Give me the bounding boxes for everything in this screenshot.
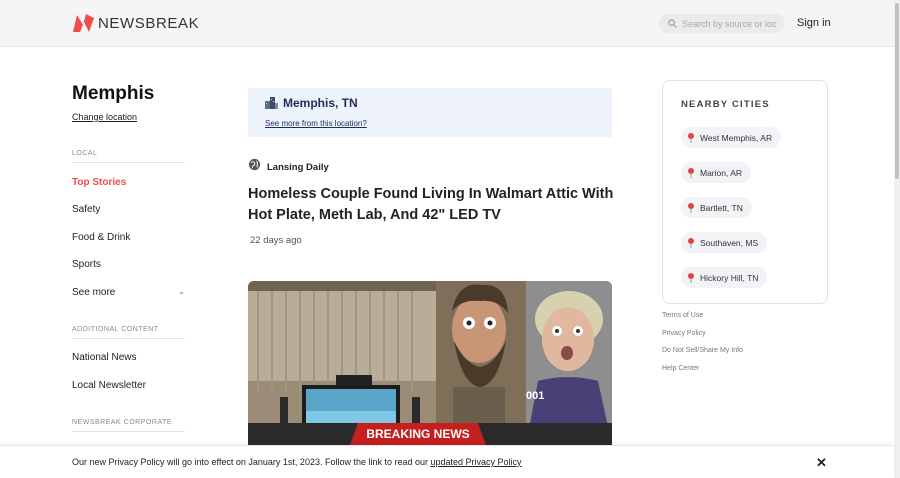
location-box: Memphis, TN See more from this location?	[248, 88, 612, 137]
search-box[interactable]	[659, 14, 785, 33]
do-not-sell-link[interactable]: Do Not Sell/Share My Info	[662, 347, 743, 354]
city-name: Hickory Hill, TN	[700, 272, 759, 283]
nav-item-food-drink[interactable]: Food & Drink	[72, 232, 185, 243]
nearby-city-chip[interactable]: Hickory Hill, TN	[681, 267, 768, 288]
city-building-icon	[265, 97, 278, 109]
updated-privacy-policy-link[interactable]: updated Privacy Policy	[431, 457, 522, 467]
city-name: Bartlett, TN	[700, 202, 743, 213]
globe-icon	[248, 158, 261, 176]
sign-in-button[interactable]: Sign in	[797, 17, 831, 29]
map-pin-icon	[688, 237, 694, 248]
top-header: NEWSBREAK Sign in	[0, 0, 900, 47]
brand-name: NEWSBREAK	[98, 14, 200, 32]
article-image[interactable]: 001 BREAKING NEWS	[248, 281, 612, 445]
terms-of-use-link[interactable]: Terms of Use	[662, 312, 703, 319]
nearby-city-chip[interactable]: West Memphis, AR	[681, 127, 782, 148]
privacy-policy-link[interactable]: Privacy Policy	[662, 330, 706, 337]
breaking-news-banner: BREAKING NEWS	[366, 427, 469, 441]
scrollbar-thumb[interactable]	[895, 3, 899, 179]
map-pin-icon	[688, 272, 694, 283]
nearby-city-chip[interactable]: Bartlett, TN	[681, 197, 752, 218]
help-center-link[interactable]: Help Center	[662, 365, 699, 372]
city-name: West Memphis, AR	[700, 132, 773, 143]
see-more-location-link[interactable]: See more from this location?	[265, 119, 367, 128]
newsbreak-logo[interactable]: NEWSBREAK	[72, 12, 199, 34]
mugshot-tag: 001	[526, 390, 544, 402]
close-icon[interactable]: ✕	[816, 455, 827, 471]
privacy-notice-bar: Our new Privacy Policy will go into effe…	[0, 445, 894, 478]
nav-item-sports[interactable]: Sports	[72, 259, 185, 270]
city-name: Marion, AR	[700, 167, 743, 178]
change-location-link[interactable]: Change location	[72, 112, 137, 122]
article-headline[interactable]: Homeless Couple Found Living In Walmart …	[248, 184, 628, 226]
page-title: Memphis	[72, 83, 155, 104]
see-more-label: See more	[72, 287, 116, 298]
nearby-city-chip[interactable]: Southaven, MS	[681, 232, 768, 253]
privacy-notice-message: Our new Privacy Policy will go into effe…	[72, 457, 431, 467]
map-pin-icon	[688, 167, 694, 178]
location-name: Memphis, TN	[283, 96, 358, 110]
source-name: Lansing Daily	[267, 161, 329, 173]
section-label-local: LOCAL	[72, 150, 185, 163]
chevron-down-icon: ⌄	[178, 287, 185, 296]
location-title: Memphis, TN	[265, 96, 358, 110]
map-pin-icon	[688, 202, 694, 213]
search-icon	[668, 19, 677, 28]
nav-item-safety[interactable]: Safety	[72, 204, 185, 215]
city-name: Southaven, MS	[700, 237, 759, 248]
article-timestamp: 22 days ago	[250, 235, 302, 246]
nav-item-local-newsletter[interactable]: Local Newsletter	[72, 380, 185, 391]
nearby-cities-card: NEARBY CITIES West Memphis, AR Marion, A…	[662, 80, 828, 304]
nearby-cities-title: NEARBY CITIES	[681, 99, 770, 110]
nearby-city-chip[interactable]: Marion, AR	[681, 162, 752, 183]
nav-item-top-stories[interactable]: Top Stories	[72, 177, 185, 188]
nav-item-see-more[interactable]: See more ⌄	[72, 287, 185, 298]
article-source[interactable]: Lansing Daily	[248, 158, 329, 176]
section-label-additional: ADDITIONAL CONTENT	[72, 326, 185, 339]
search-input[interactable]	[682, 18, 782, 29]
map-pin-icon	[688, 132, 694, 143]
nav-item-national-news[interactable]: National News	[72, 352, 185, 363]
section-label-corporate: NEWSBREAK CORPORATE	[72, 419, 185, 432]
privacy-notice-text: Our new Privacy Policy will go into effe…	[72, 457, 522, 467]
newsbreak-logo-icon	[73, 14, 94, 32]
